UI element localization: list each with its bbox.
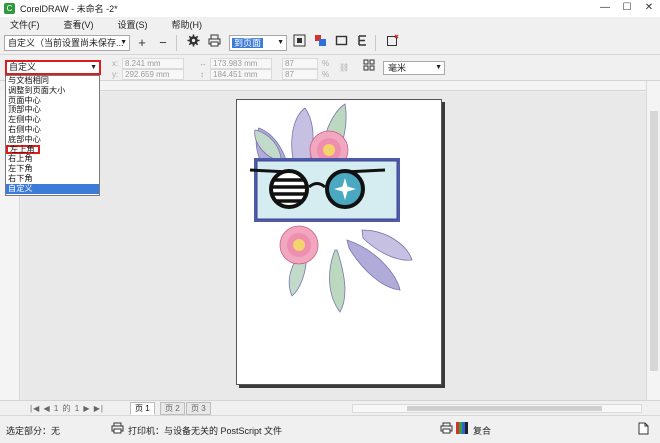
- print-style-value: 自定义（当前设置尚未保存...: [8, 37, 124, 48]
- page-navigator[interactable]: |◀ ◀ 1 的 1 ▶ ▶|: [30, 403, 104, 414]
- menu-settings[interactable]: 设置(S): [118, 18, 148, 31]
- lock-ratio-icon[interactable]: ⛓: [339, 63, 349, 72]
- dropdown-option-top-center[interactable]: 顶部中心: [6, 105, 99, 115]
- page-tab-2[interactable]: 页 2: [160, 402, 185, 415]
- plus-icon[interactable]: +: [133, 34, 151, 52]
- selection-status: 选定部分：无: [6, 426, 61, 436]
- page-tab-3[interactable]: 页 3: [186, 402, 211, 415]
- close-button[interactable]: ✕: [638, 0, 660, 17]
- horizontal-ruler: [20, 81, 646, 91]
- restore-button[interactable]: ☐: [616, 0, 638, 17]
- chevron-down-icon: ▼: [435, 64, 442, 71]
- dropdown-option-right-center[interactable]: 右侧中心: [6, 125, 99, 135]
- scale-width-field[interactable]: 87: [282, 58, 318, 69]
- print-preview-toolbar: 自定义（当前设置尚未保存... ▼ + − 到页面 ▼: [0, 31, 660, 55]
- dropdown-option-page-center[interactable]: 页面中心: [6, 96, 99, 106]
- window-controls: — ☐ ✕: [594, 0, 660, 17]
- close-preview-icon[interactable]: [383, 34, 401, 52]
- dropdown-option-bottom-left[interactable]: 左下角: [6, 164, 99, 174]
- horizontal-scrollbar[interactable]: [352, 404, 642, 413]
- width-field[interactable]: 173.983 mm: [210, 58, 272, 69]
- toolbar-divider: [375, 34, 376, 51]
- scale-height-unit: %: [322, 70, 330, 79]
- scale-height-field[interactable]: 87: [282, 69, 318, 80]
- height-icon: ↕: [200, 70, 204, 79]
- menu-bar: 文件(F) 查看(V) 设置(S) 帮助(H): [0, 17, 660, 31]
- vertical-scroll-thumb[interactable]: [650, 111, 658, 371]
- page-position-select[interactable]: 自定义 ▼: [5, 60, 101, 75]
- y-position-field[interactable]: 292.659 mm: [122, 69, 184, 80]
- printer-status: 打印机：与设备无关的 PostScript 文件: [128, 426, 283, 436]
- toolbar-divider: [176, 34, 177, 51]
- page-position-value: 自定义: [9, 62, 37, 72]
- chevron-down-icon: ▼: [120, 38, 127, 46]
- composite-mode-status: 复合: [473, 426, 492, 436]
- unit-select[interactable]: 毫米 ▼: [383, 61, 445, 75]
- page-tab-1[interactable]: 页 1: [130, 402, 155, 415]
- gear-icon[interactable]: [184, 34, 202, 52]
- page-icon[interactable]: [332, 34, 350, 52]
- dropdown-option-fit-to-page[interactable]: 调整到页面大小: [6, 86, 99, 96]
- minus-icon[interactable]: −: [154, 34, 172, 52]
- fit-page-icon[interactable]: [290, 34, 308, 52]
- print-style-select[interactable]: 自定义（当前设置尚未保存... ▼: [4, 34, 130, 51]
- menu-view[interactable]: 查看(V): [64, 18, 94, 31]
- document-icon: [638, 422, 649, 437]
- height-field[interactable]: 184.451 mm: [210, 69, 272, 80]
- width-icon: ↔: [199, 59, 207, 68]
- artwork-illustration: [249, 103, 413, 313]
- layout-icon[interactable]: [311, 34, 329, 52]
- zoom-value: 到页面: [232, 37, 264, 48]
- horizontal-scroll-thumb[interactable]: [407, 406, 602, 411]
- page-navigation-bar: |◀ ◀ 1 的 1 ▶ ▶| 页 1 页 2 页 3: [0, 400, 660, 415]
- dropdown-option-top-left[interactable]: 左上角: [6, 144, 40, 155]
- tile-icon[interactable]: [360, 58, 378, 76]
- chevron-down-icon: ▼: [90, 64, 97, 71]
- title-bar: C CorelDRAW - 未命名 -2* — ☐ ✕: [0, 0, 660, 17]
- print-icon[interactable]: [205, 34, 223, 52]
- menu-file[interactable]: 文件(F): [10, 18, 40, 31]
- menu-help[interactable]: 帮助(H): [172, 18, 203, 31]
- status-bar: 选定部分：无 打印机：与设备无关的 PostScript 文件 复合: [0, 415, 660, 443]
- printer-icon: [111, 422, 124, 436]
- dropdown-option-custom[interactable]: 自定义: [6, 183, 99, 194]
- vertical-scrollbar[interactable]: [646, 81, 660, 400]
- printer-icon: [440, 422, 453, 436]
- color-bars-icon: [456, 422, 468, 436]
- mirror-icon[interactable]: [353, 34, 371, 52]
- dropdown-option-same-as-document[interactable]: 与文档相同: [6, 76, 99, 86]
- x-position-field[interactable]: 8.241 mm: [122, 58, 184, 69]
- minimize-button[interactable]: —: [594, 0, 616, 17]
- zoom-select[interactable]: 到页面 ▼: [229, 34, 287, 51]
- dropdown-option-bottom-right[interactable]: 右下角: [6, 174, 99, 184]
- unit-value: 毫米: [388, 63, 407, 73]
- dropdown-option-top-right[interactable]: 右上角: [6, 154, 99, 164]
- flower-bottom: [279, 225, 319, 265]
- y-position-label: y:: [112, 70, 119, 79]
- print-page: [236, 99, 442, 385]
- dropdown-option-bottom-center[interactable]: 底部中心: [6, 135, 99, 145]
- scale-width-unit: %: [322, 59, 330, 68]
- coreldraw-app-icon: C: [4, 3, 15, 14]
- window-title: CorelDRAW - 未命名 -2*: [20, 4, 118, 14]
- page-position-dropdown: 与文档相同 调整到页面大小 页面中心 顶部中心 左侧中心 右侧中心 底部中心 左…: [5, 75, 100, 196]
- dropdown-option-left-center[interactable]: 左侧中心: [6, 115, 99, 125]
- x-position-label: x:: [112, 59, 119, 68]
- chevron-down-icon: ▼: [277, 38, 284, 46]
